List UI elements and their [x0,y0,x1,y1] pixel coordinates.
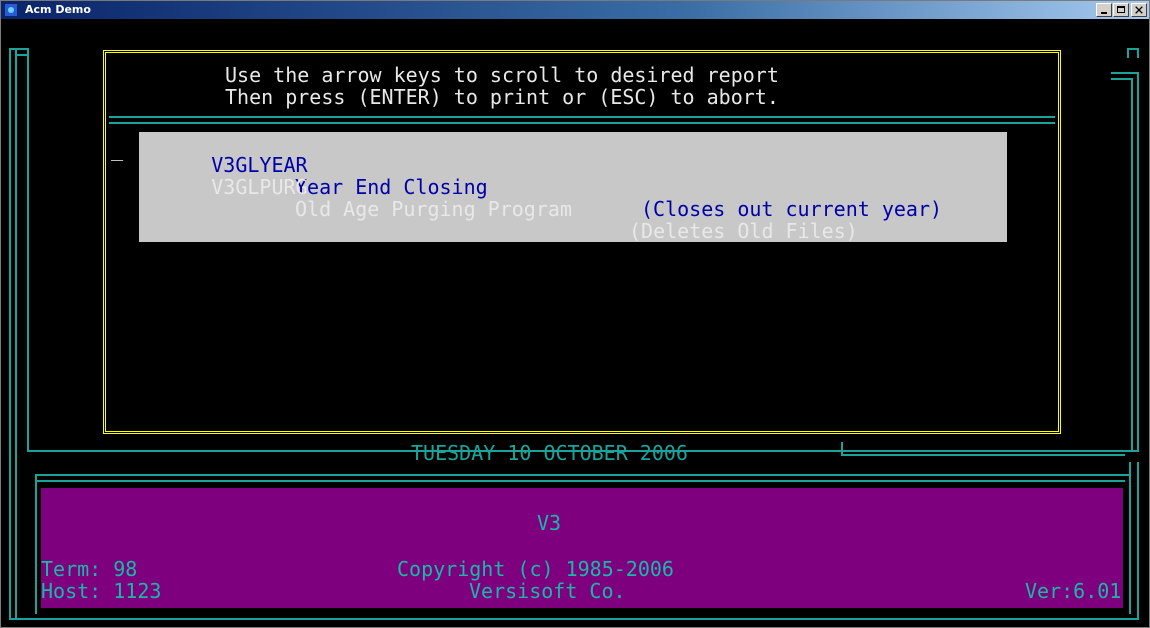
report-desc: (Deletes Old Files) [629,219,858,243]
outer-frame-left [9,48,11,620]
minimize-icon [1101,12,1107,14]
date-display: TUESDAY 10 OCTOBER 2006 [411,441,688,465]
maximize-button[interactable] [1113,3,1129,17]
version-label: Ver:6.01 [1025,579,1122,603]
footer-right-line-outer [1137,462,1139,620]
footer-top-line [35,474,1131,476]
header-separator-inner [109,122,1055,124]
outer-frame-right [1137,72,1139,452]
report-row[interactable]: V3GLPURG Old Age Purging Program (Delete… [139,154,1007,264]
header-separator [109,116,1055,118]
close-icon [1135,6,1143,14]
right-top-hline-inner [1111,78,1133,80]
corner-glyph-right-v1 [1127,48,1129,58]
minimize-button[interactable] [1096,3,1112,17]
report-name: Old Age Purging Program [295,197,572,221]
corner-glyph-right-v2 [1137,48,1139,58]
host-label: Host: 1123 [41,579,162,603]
maximize-icon [1117,6,1125,13]
close-button[interactable] [1131,3,1147,17]
instruction-line-2: Then press (ENTER) to print or (ESC) to … [225,85,779,109]
outer-frame-right-inner [1131,78,1133,452]
right-top-hline [1111,72,1139,74]
outer-frame-left-inner [15,48,17,620]
terminal-console[interactable]: Use the arrow keys to scroll to desired … [5,22,1147,626]
bottom-line [9,618,1139,620]
product-name: V3 [537,511,562,535]
footer-top-line-inner [35,480,1125,482]
instruction-line-1: Use the arrow keys to scroll to desired … [225,63,779,87]
footer-right-line [1129,462,1131,614]
date-frame-right-line [841,454,1125,456]
app-window: Acm Demo Use the arrow keys to scroll to… [0,0,1150,628]
company-name: Versisoft Co. [469,579,626,603]
app-icon [5,4,17,16]
title-bar[interactable]: Acm Demo [1,1,1149,19]
report-code: V3GLPURG [211,175,308,199]
copyright-text: Copyright (c) 1985-2006 [397,557,674,581]
outer-frame-left-vert2 [27,48,29,452]
window-title: Acm Demo [25,3,91,16]
outer-frame-top-left [9,48,29,50]
cursor: _ [111,137,124,161]
term-label: Term: 98 [41,557,138,581]
footer-left-line [35,474,37,614]
